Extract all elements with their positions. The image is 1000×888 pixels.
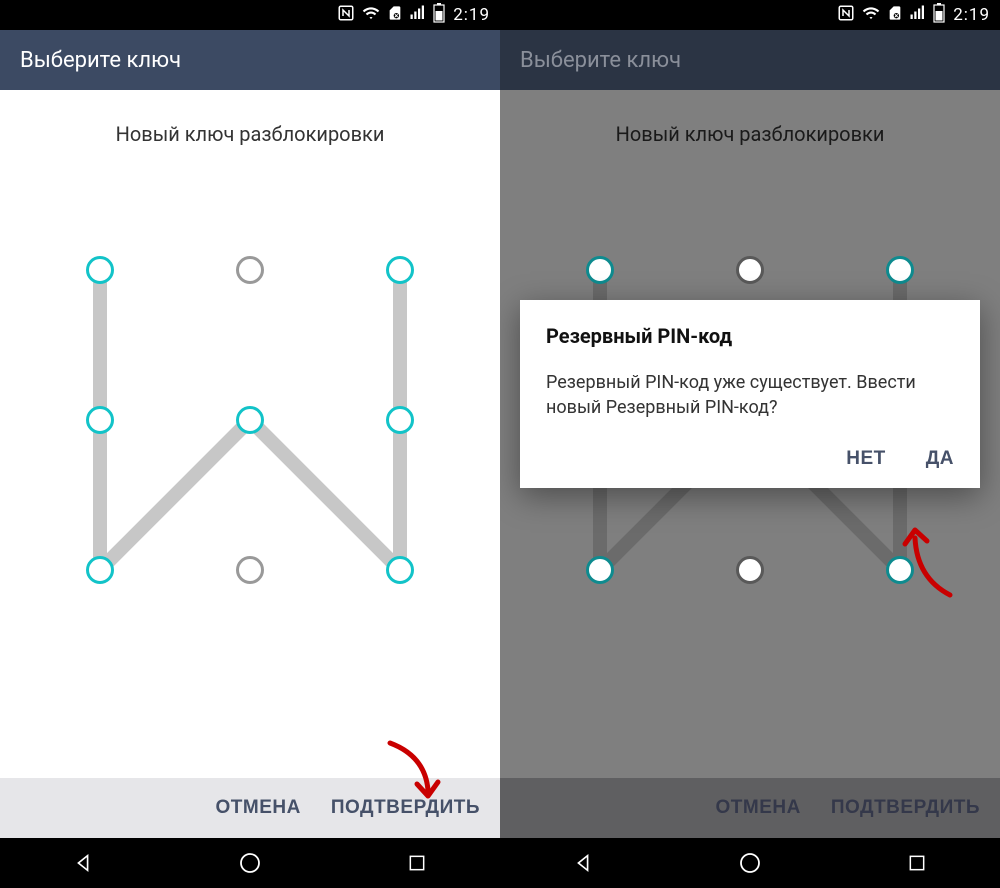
content-area: Новый ключ разблокировки	[0, 90, 500, 778]
nav-bar	[0, 838, 500, 888]
instruction-text: Новый ключ разблокировки	[500, 90, 1000, 146]
instruction-text: Новый ключ разблокировки	[0, 90, 500, 146]
pattern-dot-6[interactable]	[86, 556, 114, 584]
pattern-lock[interactable]	[60, 230, 440, 610]
nfc-icon	[837, 4, 855, 26]
pattern-dot-3[interactable]	[86, 406, 114, 434]
nav-home-button[interactable]	[730, 843, 770, 883]
confirm-button: ПОДТВЕРДИТЬ	[831, 797, 980, 819]
dialog-body: Резервный PIN-код уже существует. Ввести…	[546, 370, 954, 420]
footer-bar: ОТМЕНА ПОДТВЕРДИТЬ	[0, 778, 500, 838]
nfc-icon	[337, 4, 355, 26]
wifi-icon	[361, 4, 381, 26]
nav-recent-button[interactable]	[397, 843, 437, 883]
footer-bar: ОТМЕНА ПОДТВЕРДИТЬ	[500, 778, 1000, 838]
phone-screen-left: 2:19 Выберите ключ Новый ключ разблокиро…	[0, 0, 500, 888]
sd-card-icon	[387, 4, 403, 26]
nav-home-button[interactable]	[230, 843, 270, 883]
battery-icon	[933, 3, 945, 27]
title-bar: Выберите ключ	[500, 30, 1000, 90]
status-bar: 2:19	[500, 0, 1000, 30]
status-time: 2:19	[953, 5, 990, 25]
pattern-dot-0	[586, 256, 614, 284]
pattern-dot-6	[586, 556, 614, 584]
pattern-dot-8[interactable]	[386, 556, 414, 584]
pattern-dot-2[interactable]	[386, 256, 414, 284]
nav-back-button[interactable]	[63, 843, 103, 883]
pattern-dot-1[interactable]	[236, 256, 264, 284]
backup-pin-dialog: Резервный PIN-код Резервный PIN-код уже …	[520, 300, 980, 488]
dialog-actions: НЕТ ДА	[546, 448, 954, 470]
pattern-dot-7[interactable]	[236, 556, 264, 584]
pattern-dot-0[interactable]	[86, 256, 114, 284]
dialog-no-button[interactable]: НЕТ	[846, 448, 886, 470]
page-title: Выберите ключ	[520, 48, 681, 73]
signal-icon	[409, 4, 427, 26]
pattern-dot-8	[886, 556, 914, 584]
wifi-icon	[861, 4, 881, 26]
pattern-dot-7	[736, 556, 764, 584]
nav-back-button[interactable]	[563, 843, 603, 883]
title-bar: Выберите ключ	[0, 30, 500, 90]
status-bar: 2:19	[0, 0, 500, 30]
cancel-button: ОТМЕНА	[716, 797, 801, 819]
dialog-title: Резервный PIN-код	[546, 324, 954, 348]
confirm-button[interactable]: ПОДТВЕРДИТЬ	[331, 797, 480, 819]
status-time: 2:19	[453, 5, 490, 25]
pattern-dot-4[interactable]	[236, 406, 264, 434]
nav-bar	[500, 838, 1000, 888]
pattern-dot-1	[736, 256, 764, 284]
dialog-yes-button[interactable]: ДА	[926, 448, 954, 470]
sd-card-icon	[887, 4, 903, 26]
signal-icon	[909, 4, 927, 26]
pattern-dot-5[interactable]	[386, 406, 414, 434]
nav-recent-button[interactable]	[897, 843, 937, 883]
cancel-button[interactable]: ОТМЕНА	[216, 797, 301, 819]
pattern-dot-2	[886, 256, 914, 284]
phone-screen-right: 2:19 Выберите ключ Новый ключ разблокиро…	[500, 0, 1000, 888]
page-title: Выберите ключ	[20, 48, 181, 73]
battery-icon	[433, 3, 445, 27]
